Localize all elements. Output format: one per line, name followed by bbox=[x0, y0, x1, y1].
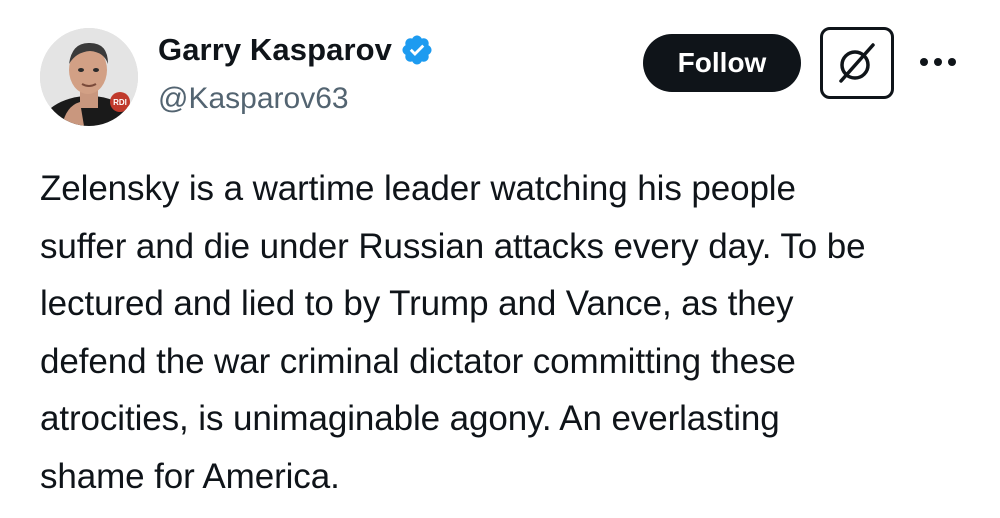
tweet-text: Zelensky is a wartime leader watching hi… bbox=[40, 169, 866, 496]
author-handle[interactable]: @Kasparov63 bbox=[158, 82, 349, 116]
author-display-name[interactable]: Garry Kasparov bbox=[158, 32, 392, 68]
grok-button[interactable] bbox=[820, 27, 894, 99]
avatar-badge-text: RDI bbox=[113, 98, 127, 107]
more-options-button[interactable] bbox=[916, 44, 960, 80]
author-name-row: Garry Kasparov bbox=[158, 32, 434, 68]
more-icon bbox=[920, 58, 956, 66]
avatar[interactable]: RDI bbox=[40, 28, 138, 126]
follow-button[interactable]: Follow bbox=[643, 34, 801, 92]
verified-badge-icon[interactable] bbox=[400, 33, 434, 67]
grok-icon bbox=[839, 43, 875, 83]
tweet-card: RDI Garry Kasparov @Kasparov63 Follow Ze… bbox=[0, 0, 1000, 518]
avatar-image: RDI bbox=[40, 28, 138, 126]
